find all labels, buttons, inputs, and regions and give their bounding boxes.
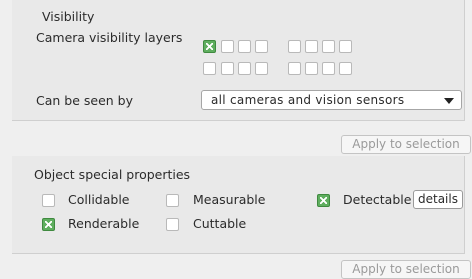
layer-checkbox-1[interactable]: [203, 40, 216, 53]
layer-checkbox-5[interactable]: [288, 40, 301, 53]
layer-checkbox-15[interactable]: [322, 62, 335, 75]
layer-checkbox-3[interactable]: [238, 40, 251, 53]
collidable-label: Collidable: [68, 192, 130, 207]
apply-visibility-button[interactable]: Apply to selection: [341, 135, 471, 154]
layer-checkbox-16[interactable]: [339, 62, 352, 75]
visibility-title: Visibility: [42, 9, 95, 24]
layer-checkbox-7[interactable]: [322, 40, 335, 53]
layer-checkbox-11[interactable]: [238, 62, 251, 75]
special-properties-title: Object special properties: [34, 167, 191, 182]
can-be-seen-by-dropdown[interactable]: all cameras and vision sensors: [201, 90, 462, 110]
object-properties-panel: Visibility Camera visibility layers Can …: [0, 0, 472, 279]
layer-checkbox-6[interactable]: [305, 40, 318, 53]
dropdown-selected-value: all cameras and vision sensors: [211, 93, 405, 107]
renderable-label: Renderable: [68, 216, 140, 231]
layer-checkbox-14[interactable]: [305, 62, 318, 75]
chevron-down-icon: [444, 98, 454, 104]
apply-special-properties-button[interactable]: Apply to selection: [341, 260, 471, 279]
layer-checkbox-10[interactable]: [221, 62, 234, 75]
detectable-label: Detectable: [343, 192, 412, 207]
layer-checkbox-8[interactable]: [339, 40, 352, 53]
detectable-checkbox[interactable]: [317, 194, 330, 207]
can-be-seen-by-label: Can be seen by: [36, 93, 134, 108]
camera-visibility-layers-label: Camera visibility layers: [36, 30, 183, 45]
cuttable-label: Cuttable: [193, 216, 247, 231]
collidable-checkbox[interactable]: [42, 194, 55, 207]
layer-checkbox-9[interactable]: [203, 62, 216, 75]
renderable-checkbox[interactable]: [42, 218, 55, 231]
cuttable-checkbox[interactable]: [166, 218, 179, 231]
measurable-checkbox[interactable]: [166, 194, 179, 207]
measurable-label: Measurable: [193, 192, 266, 207]
layer-checkbox-2[interactable]: [221, 40, 234, 53]
layer-checkbox-12[interactable]: [255, 62, 268, 75]
layer-checkbox-13[interactable]: [288, 62, 301, 75]
detectable-details-button[interactable]: details: [413, 190, 463, 209]
layer-checkbox-4[interactable]: [255, 40, 268, 53]
